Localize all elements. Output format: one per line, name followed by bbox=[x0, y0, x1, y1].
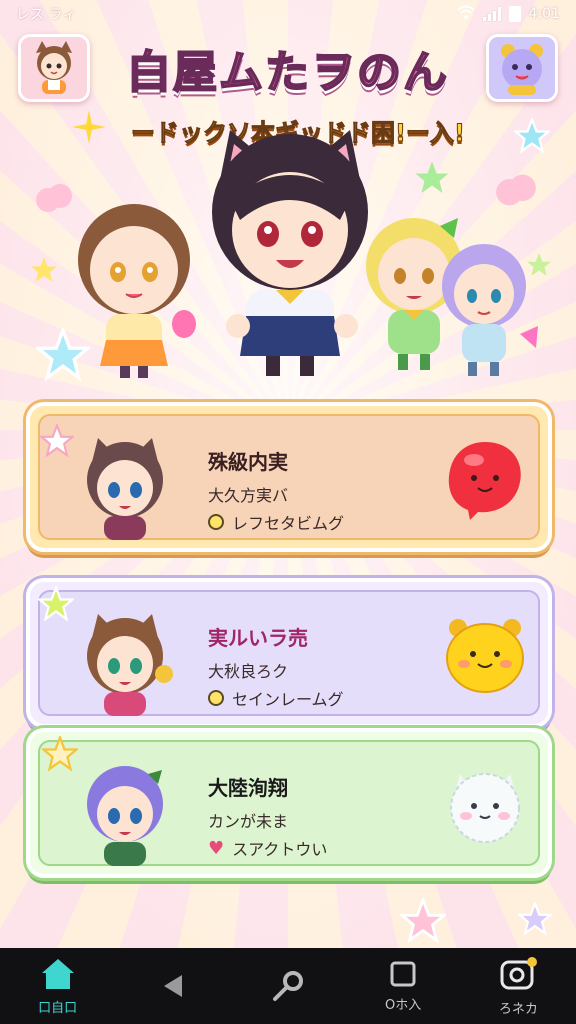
star-icon bbox=[514, 118, 550, 154]
quest-status-text: レフセタビムグ bbox=[232, 514, 345, 533]
status-left-text: レス ラィ bbox=[16, 7, 77, 23]
quest-subtitle: カンが未ま bbox=[208, 812, 289, 831]
nav-camera[interactable]: ろネカ bbox=[468, 948, 568, 1024]
quest-title: 殊級内実 bbox=[208, 450, 288, 474]
red-blob-mascot-icon bbox=[448, 442, 521, 520]
hero-character-group bbox=[20, 130, 556, 390]
character-lilac-hair-girl bbox=[442, 244, 538, 376]
star-icon bbox=[38, 586, 74, 622]
quest-card[interactable]: 大陸洵翔 カンが未ま ♥ スアクトウい bbox=[26, 728, 552, 878]
sparkle-icon bbox=[72, 110, 106, 144]
nav-label: 口自口 bbox=[38, 1000, 78, 1016]
quest-character-portrait bbox=[87, 438, 163, 540]
clock-icon bbox=[208, 690, 224, 706]
search-icon bbox=[272, 971, 303, 1001]
home-icon bbox=[41, 958, 74, 989]
quest-title: 大陸洵翔 bbox=[208, 776, 288, 800]
square-icon bbox=[390, 961, 416, 986]
white-fluffy-mascot-icon bbox=[450, 773, 520, 843]
yellow-blob-mascot-icon bbox=[446, 619, 524, 693]
star-icon bbox=[40, 424, 74, 458]
camera-icon bbox=[500, 956, 538, 989]
quest-character-portrait bbox=[87, 766, 163, 866]
quest-subtitle: 大秋良ろク bbox=[208, 662, 289, 681]
nav-label: ろネカ bbox=[498, 1001, 538, 1017]
quest-status-text: スアクトウい bbox=[232, 840, 328, 859]
star-icon bbox=[400, 898, 446, 944]
nav-home[interactable]: 口自口 bbox=[8, 948, 108, 1024]
heart-icon: ♥ bbox=[208, 837, 225, 859]
game-title: 白屋ムたヲのん bbox=[126, 46, 449, 99]
quest-status: ♥ スアクトウい bbox=[208, 836, 327, 860]
signal-icon bbox=[482, 7, 501, 21]
avatar-girl-icon bbox=[36, 41, 72, 94]
quest-card[interactable]: 殊級内実 大久方実バ レフセタビムグ bbox=[26, 402, 552, 552]
wifi-icon bbox=[456, 5, 475, 23]
avatar-creature-icon bbox=[501, 44, 543, 95]
status-time: 4:01 bbox=[528, 6, 560, 22]
friend-avatar-button[interactable] bbox=[486, 34, 558, 102]
bottom-nav-bar: 口自口 Oホ入 ろネカ bbox=[0, 948, 576, 1024]
battery-icon bbox=[508, 6, 521, 22]
nav-recent[interactable]: Oホ入 bbox=[353, 948, 453, 1024]
quest-status-text: セインレームグ bbox=[232, 690, 344, 709]
back-icon bbox=[163, 975, 182, 997]
clock-icon bbox=[208, 514, 224, 530]
status-bar: レス ラィ 4:01 bbox=[0, 0, 576, 28]
profile-avatar-button[interactable] bbox=[18, 34, 90, 102]
quest-character-portrait bbox=[87, 614, 173, 716]
quest-subtitle: 大久方実バ bbox=[208, 486, 289, 505]
quest-card[interactable]: 実ルいラ売 大秋良ろク セインレームグ bbox=[26, 578, 552, 728]
quest-status: レフセタビムグ bbox=[208, 510, 344, 534]
nav-back[interactable] bbox=[123, 948, 223, 1024]
status-icons: 4:01 bbox=[456, 5, 560, 23]
nav-label: Oホ入 bbox=[385, 997, 422, 1013]
nav-search[interactable] bbox=[238, 948, 338, 1024]
quest-title: 実ルいラ売 bbox=[208, 626, 308, 650]
quest-status: セインレームグ bbox=[208, 686, 344, 710]
star-icon bbox=[518, 902, 552, 936]
